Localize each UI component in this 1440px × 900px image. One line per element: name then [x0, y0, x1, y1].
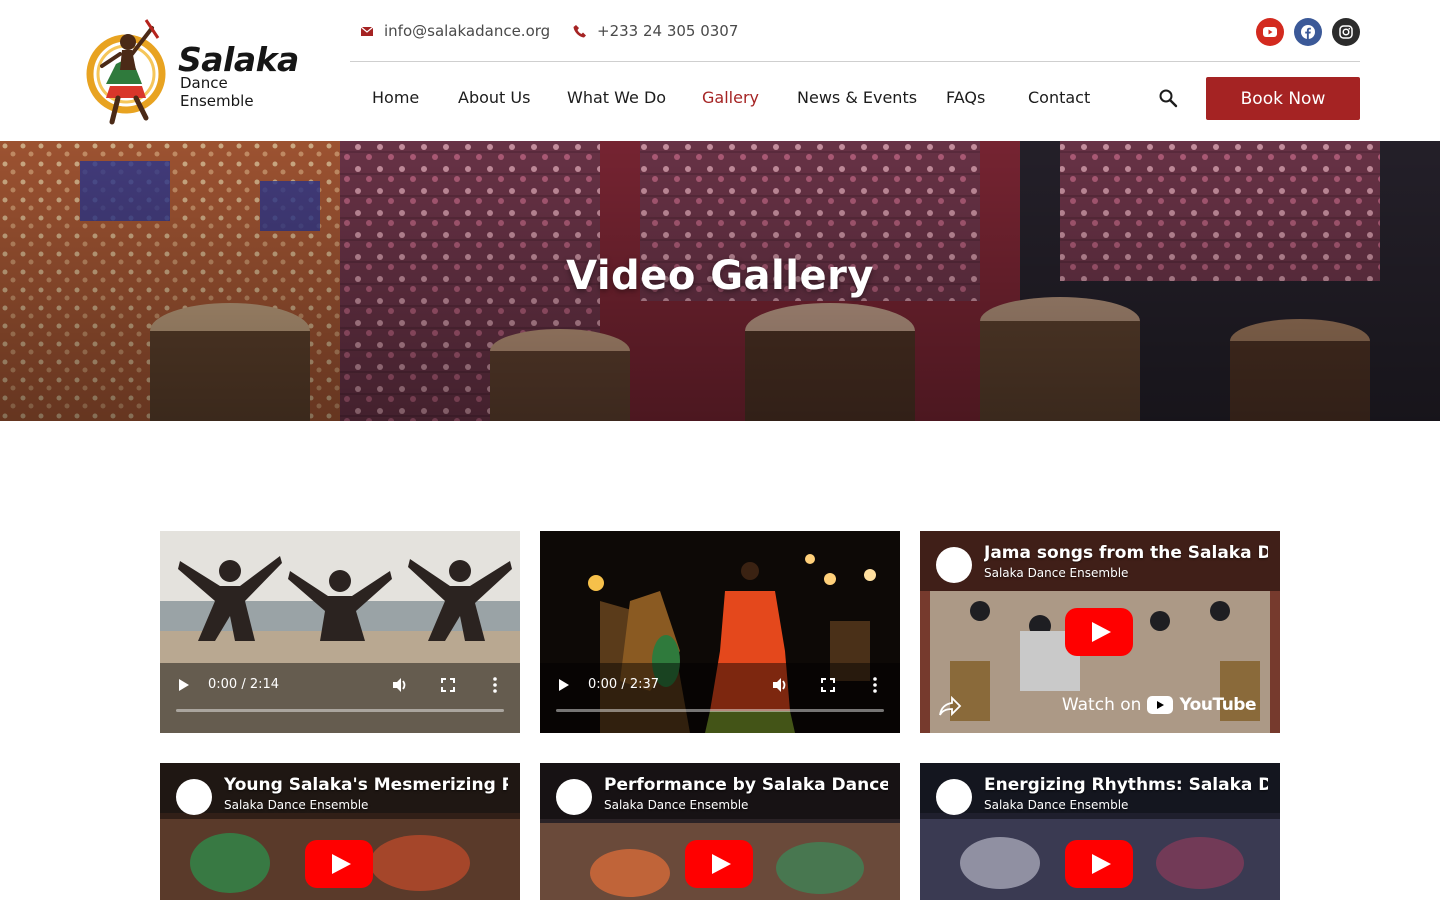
youtube-channel-name[interactable]: Salaka Dance Ensemble	[984, 566, 1128, 580]
fullscreen-icon[interactable]	[441, 678, 455, 692]
nav-what-we-do[interactable]: What We Do	[567, 88, 666, 107]
header-divider	[350, 61, 1360, 62]
mail-icon	[360, 26, 374, 36]
youtube-embed-1[interactable]: Jama songs from the Salaka Dance Ensembl…	[920, 531, 1280, 733]
watch-on-youtube-link[interactable]: Watch on YouTube	[1061, 695, 1257, 715]
site-logo[interactable]: Salaka Dance Ensemble	[86, 14, 306, 130]
nav-home[interactable]: Home	[372, 88, 419, 107]
nav-gallery[interactable]: Gallery	[702, 88, 759, 107]
video-player-1[interactable]: 0:00 / 2:14	[160, 531, 520, 733]
video-progress-bar[interactable]	[176, 709, 504, 712]
book-now-button[interactable]: Book Now	[1206, 77, 1360, 120]
youtube-wordmark: YouTube	[1179, 695, 1256, 715]
phone-contact[interactable]: +233 24 305 0307	[573, 22, 738, 40]
search-icon[interactable]	[1158, 88, 1178, 108]
youtube-play-icon[interactable]	[685, 840, 753, 888]
channel-avatar[interactable]	[936, 547, 972, 583]
youtube-embed-4[interactable]: Energizing Rhythms: Salaka Dance Ensembl…	[920, 763, 1280, 900]
youtube-play-icon[interactable]	[305, 840, 373, 888]
youtube-video-title[interactable]: Jama songs from the Salaka Dance Ensembl…	[984, 543, 1268, 563]
nav-news-events[interactable]: News & Events	[797, 88, 917, 107]
phone-icon	[573, 25, 586, 38]
share-icon[interactable]	[938, 696, 962, 716]
youtube-logo-icon	[1147, 696, 1174, 714]
site-header: Salaka Dance Ensemble info@salakadance.o…	[0, 0, 1440, 141]
video-time: 0:00 / 2:37	[588, 677, 660, 692]
nav-faqs[interactable]: FAQs	[946, 88, 985, 107]
youtube-video-title[interactable]: Performance by Salaka Dance Ensemble	[604, 775, 888, 795]
video-progress-bar[interactable]	[556, 709, 884, 712]
youtube-video-title[interactable]: Young Salaka's Mesmerizing Performance	[224, 775, 508, 795]
nav-about-us[interactable]: About Us	[458, 88, 530, 107]
play-icon[interactable]	[558, 678, 570, 692]
social-links	[1256, 18, 1360, 46]
video-time: 0:00 / 2:14	[208, 677, 280, 692]
channel-avatar[interactable]	[176, 779, 212, 815]
youtube-embed-2[interactable]: Young Salaka's Mesmerizing Performance S…	[160, 763, 520, 900]
volume-icon[interactable]	[391, 676, 409, 694]
facebook-icon[interactable]	[1294, 18, 1322, 46]
play-icon[interactable]	[178, 678, 190, 692]
logo-subtitle: Dance Ensemble	[180, 74, 254, 110]
contact-bar: info@salakadance.org +233 24 305 0307	[350, 14, 1360, 50]
email-contact[interactable]: info@salakadance.org	[360, 22, 550, 40]
more-options-icon[interactable]	[873, 677, 877, 693]
more-options-icon[interactable]	[493, 677, 497, 693]
youtube-icon[interactable]	[1256, 18, 1284, 46]
fullscreen-icon[interactable]	[821, 678, 835, 692]
youtube-play-icon[interactable]	[1065, 840, 1133, 888]
video-thumbnail	[160, 531, 520, 733]
video-player-2[interactable]: 0:00 / 2:37	[540, 531, 900, 733]
youtube-video-title[interactable]: Energizing Rhythms: Salaka Dance Ensembl…	[984, 775, 1268, 795]
email-text: info@salakadance.org	[384, 22, 551, 40]
channel-avatar[interactable]	[936, 779, 972, 815]
youtube-play-icon[interactable]	[1065, 608, 1133, 656]
dancer-logo-icon	[86, 19, 166, 125]
nav-contact[interactable]: Contact	[1028, 88, 1090, 107]
youtube-channel-name[interactable]: Salaka Dance Ensemble	[224, 798, 368, 812]
youtube-channel-name[interactable]: Salaka Dance Ensemble	[604, 798, 748, 812]
volume-icon[interactable]	[771, 676, 789, 694]
channel-avatar[interactable]	[556, 779, 592, 815]
hero-banner: Video Gallery	[0, 141, 1440, 421]
youtube-channel-name[interactable]: Salaka Dance Ensemble	[984, 798, 1128, 812]
phone-text: +233 24 305 0307	[597, 22, 739, 40]
instagram-icon[interactable]	[1332, 18, 1360, 46]
video-thumbnail	[540, 531, 900, 733]
youtube-embed-3[interactable]: Performance by Salaka Dance Ensemble Sal…	[540, 763, 900, 900]
page-title: Video Gallery	[566, 253, 874, 299]
watch-on-label: Watch on	[1061, 695, 1142, 715]
